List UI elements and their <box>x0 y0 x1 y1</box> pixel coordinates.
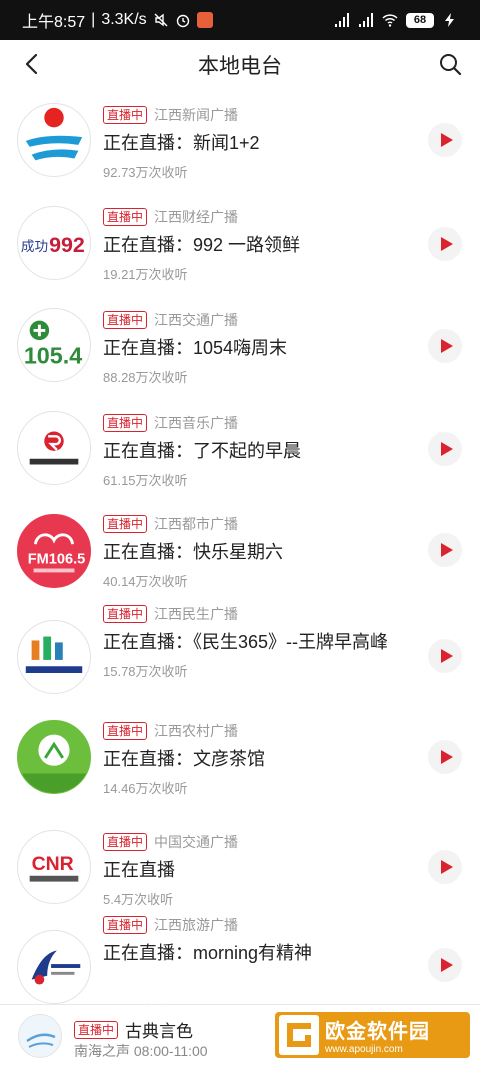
play-button[interactable] <box>428 948 462 982</box>
fm1065-city-logo: FM106.5 <box>17 514 91 588</box>
play-icon <box>440 860 453 874</box>
jiangxi-tourism-logo <box>17 930 91 1004</box>
wifi-icon <box>382 14 398 27</box>
page-title: 本地电台 <box>198 55 282 78</box>
jiangxi-news-logo <box>17 103 91 177</box>
program-title: 正在直播：1054嗨周末 <box>103 338 288 358</box>
station-item[interactable]: 105.4 直播中 江西交通广播 正在直播：1054嗨周末 88.28万次收听 <box>0 295 480 398</box>
live-badge: 直播中 <box>103 208 148 226</box>
live-badge: 直播中 <box>103 605 148 623</box>
network-speed: 3.3K/s <box>101 11 147 28</box>
play-button[interactable] <box>428 740 462 774</box>
program-title: 正在直播 <box>103 860 175 880</box>
mini-live-badge: 直播中 <box>74 1020 119 1039</box>
station-name: 江西新闻广播 <box>154 107 239 123</box>
live-badge: 直播中 <box>103 106 148 124</box>
svg-text:CNR: CNR <box>32 853 74 875</box>
play-count: 92.73万次收听 <box>103 165 188 180</box>
station-list: 直播中 江西新闻广播 正在直播：新闻1+2 92.73万次收听 成功 992 直播中… <box>0 90 480 1020</box>
green-rural-logo <box>17 720 91 794</box>
svg-text:105.4: 105.4 <box>24 342 82 368</box>
station-name: 中国交通广播 <box>154 834 239 850</box>
play-count: 14.46万次收听 <box>103 781 188 796</box>
jiangxi-minsheng-logo <box>17 620 91 694</box>
now-playing-subtitle: 南海之声 08:00-11:00 <box>74 1043 208 1059</box>
live-badge: 直播中 <box>103 414 148 432</box>
station-item[interactable]: 成功 992 直播中 江西财经广播 正在直播：992 一路领鲜 19.21万次收听 <box>0 192 480 295</box>
station-name: 江西都市广播 <box>154 516 239 532</box>
station-item[interactable]: FM106.5 直播中 江西都市广播 正在直播：快乐星期六 40.14万次收听 <box>0 501 480 601</box>
play-icon <box>440 958 453 972</box>
play-icon <box>440 750 453 764</box>
svg-text:FM106.5: FM106.5 <box>28 552 86 568</box>
play-button[interactable] <box>428 123 462 157</box>
battery-indicator: 68 <box>406 12 434 28</box>
station-item[interactable]: 直播中 江西民生广播 正在直播：《民生365》--王牌早高峰 15.78万次收听 <box>0 601 480 715</box>
play-count: 88.28万次收听 <box>103 370 188 385</box>
station-name: 江西交通广播 <box>154 312 239 328</box>
station-item[interactable]: 直播中 江西新闻广播 正在直播：新闻1+2 92.73万次收听 <box>0 90 480 192</box>
cnr-logo: CNR <box>17 830 91 904</box>
app-header: 本地电台 <box>0 40 480 88</box>
svg-text:成功: 成功 <box>21 239 48 254</box>
play-icon <box>440 649 453 663</box>
search-icon[interactable] <box>436 50 464 78</box>
play-count: 61.15万次收听 <box>103 473 188 488</box>
live-badge: 直播中 <box>103 916 148 934</box>
jiangxi-music-logo <box>17 411 91 485</box>
play-button[interactable] <box>428 432 462 466</box>
program-title: 正在直播：了不起的早晨 <box>103 441 301 461</box>
now-playing-logo <box>18 1014 62 1058</box>
station-item[interactable]: 直播中 江西音乐广播 正在直播：了不起的早晨 61.15万次收听 <box>0 398 480 501</box>
app-notification-icon <box>196 12 213 28</box>
station-name: 江西音乐广播 <box>154 415 239 431</box>
watermark-url: www.apoujin.com <box>325 1044 403 1055</box>
signal-icon-2 <box>359 13 373 27</box>
program-title: 正在直播：morning有精神 <box>103 943 313 963</box>
watermark-text: 欧金软件园 <box>325 1021 430 1043</box>
play-count: 40.14万次收听 <box>103 574 188 589</box>
watermark-logo <box>279 1015 319 1055</box>
program-title: 正在直播：快乐星期六 <box>103 542 283 562</box>
play-icon <box>440 133 453 147</box>
play-button[interactable] <box>428 329 462 363</box>
play-count: 19.21万次收听 <box>103 267 188 282</box>
station-name: 江西财经广播 <box>154 209 239 225</box>
live-badge: 直播中 <box>103 515 148 533</box>
play-button[interactable] <box>428 639 462 673</box>
station-name: 江西旅游广播 <box>154 917 239 933</box>
status-time: 上午8:57 <box>22 14 86 31</box>
signal-icon <box>335 13 349 27</box>
live-badge: 直播中 <box>103 833 148 851</box>
live-badge: 直播中 <box>103 722 148 740</box>
station-name: 江西民生广播 <box>154 606 239 622</box>
station-item[interactable]: CNR 直播中 中国交通广播 正在直播 5.4万次收听 <box>0 817 480 910</box>
program-title: 正在直播：新闻1+2 <box>103 133 260 153</box>
traffic-1054-logo: 105.4 <box>17 308 91 382</box>
chenggong-992-logo: 成功 992 <box>17 206 91 280</box>
station-item[interactable]: 直播中 江西农村广播 正在直播：文彦茶馆 14.46万次收听 <box>0 715 480 817</box>
play-button[interactable] <box>428 850 462 884</box>
program-title: 正在直播：文彦茶馆 <box>103 749 265 769</box>
play-icon <box>440 442 453 456</box>
play-button[interactable] <box>428 533 462 567</box>
play-icon <box>440 339 453 353</box>
status-bar: 上午8:57 | 3.3K/s 68 <box>0 0 480 40</box>
charging-icon <box>445 13 454 27</box>
program-title: 正在直播：《民生365》--王牌早高峰 <box>103 632 389 652</box>
watermark: 欧金软件园 www.apoujin.com <box>275 1012 470 1058</box>
alarm-icon <box>176 14 189 28</box>
now-playing-title: 古典言色 <box>125 1022 194 1041</box>
play-icon <box>440 237 453 251</box>
station-name: 江西农村广播 <box>154 723 239 739</box>
live-badge: 直播中 <box>103 311 148 329</box>
mute-icon <box>154 13 168 27</box>
svg-text:992: 992 <box>49 233 85 257</box>
play-count: 5.4万次收听 <box>103 892 174 907</box>
play-count: 15.78万次收听 <box>103 664 188 679</box>
program-title: 正在直播：992 一路领鲜 <box>103 235 301 255</box>
play-button[interactable] <box>428 227 462 261</box>
play-icon <box>440 543 453 557</box>
